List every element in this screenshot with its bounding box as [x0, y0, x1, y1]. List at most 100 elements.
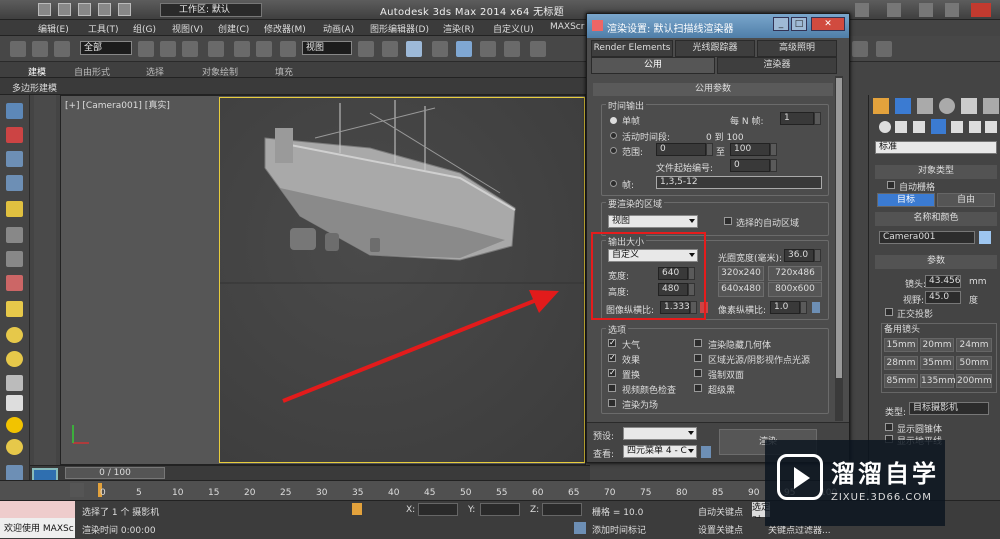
range-to-spinner[interactable]	[770, 143, 777, 156]
lens-15mm-button[interactable]: 15mm	[884, 338, 918, 352]
camera-type-dropdown[interactable]: 目标摄影机	[909, 402, 989, 415]
sun-icon[interactable]	[6, 417, 23, 433]
lens-135mm-button[interactable]: 135mm	[920, 374, 956, 388]
autokey-button[interactable]: 自动关键点	[698, 505, 743, 518]
tab-common[interactable]: 公用	[591, 57, 715, 74]
rotate-icon[interactable]	[256, 41, 272, 57]
lens-85mm-button[interactable]: 85mm	[884, 374, 918, 388]
utilities-tab-icon[interactable]	[983, 98, 999, 114]
menu-group[interactable]: 组(G)	[133, 22, 156, 35]
force-2sided-checkbox[interactable]	[694, 369, 702, 377]
polygon-modeling-label[interactable]: 多边形建模	[12, 81, 57, 94]
x-coordinate-field[interactable]	[418, 503, 458, 516]
viewport-label[interactable]: [+] [Camera001] [真实]	[65, 98, 170, 111]
geometry-icon[interactable]	[879, 121, 891, 133]
frames-radio[interactable]	[610, 180, 617, 187]
link-icon[interactable]	[10, 41, 26, 57]
unlink-icon[interactable]	[32, 41, 48, 57]
ribbon-tab-modeling[interactable]: 建模	[28, 65, 46, 78]
cone-icon[interactable]	[6, 395, 23, 411]
lock-selection-icon[interactable]	[352, 503, 362, 515]
ribbon-tab-freeform[interactable]: 自由形式	[74, 65, 110, 78]
cameras-icon[interactable]	[931, 119, 946, 134]
dialog-maximize-button[interactable]: □	[791, 17, 807, 31]
select-by-name-icon[interactable]	[160, 41, 176, 57]
favorite-icon[interactable]	[887, 3, 901, 17]
restore-icon[interactable]	[945, 3, 959, 17]
spacewarps-icon[interactable]	[969, 121, 981, 133]
bind-space-warp-icon[interactable]	[54, 41, 70, 57]
time-slider[interactable]: 0 / 100	[30, 465, 590, 480]
keyboard-shortcut-icon[interactable]	[406, 41, 422, 57]
target-camera-button[interactable]: 目标	[877, 193, 935, 207]
preset-dropdown[interactable]	[623, 427, 697, 440]
displacement-checkbox[interactable]: ✓	[608, 369, 616, 377]
window-crossing-icon[interactable]	[208, 41, 224, 57]
every-nth-input[interactable]: 1	[780, 112, 814, 125]
menu-customize[interactable]: 自定义(U)	[493, 22, 534, 35]
set-key-button[interactable]: 设置关键点	[698, 523, 743, 536]
render-frame-icon[interactable]	[852, 41, 868, 57]
view-lock-icon[interactable]	[701, 446, 711, 458]
tab-render-elements[interactable]: Render Elements	[591, 40, 673, 57]
snap-toggle-icon[interactable]	[432, 41, 448, 57]
frames-input[interactable]: 1,3,5-12	[656, 176, 822, 189]
camera-viewport[interactable]: [+] [Camera001] [真实]	[60, 95, 586, 465]
redo-icon[interactable]	[117, 3, 131, 16]
tab-advanced-lighting[interactable]: 高级照明	[757, 40, 837, 57]
super-black-checkbox[interactable]	[694, 384, 702, 392]
lens-input[interactable]: 43.456	[925, 275, 961, 288]
maxscript-mini-listener[interactable]: 欢迎使用 MAXSc	[0, 518, 75, 538]
pixel-aspect-spinner[interactable]	[800, 301, 807, 314]
sound-icon[interactable]	[6, 251, 23, 267]
range-radio[interactable]	[610, 147, 617, 154]
range-from-spinner[interactable]	[706, 143, 713, 156]
dialog-scrollbar[interactable]	[835, 76, 843, 421]
show-cone-checkbox[interactable]	[885, 423, 893, 431]
reference-coordinate-dropdown[interactable]: 视图	[302, 41, 352, 55]
material-editor-icon[interactable]	[6, 127, 23, 143]
y-coordinate-field[interactable]	[480, 503, 520, 516]
lens-200mm-button[interactable]: 200mm	[956, 374, 992, 388]
scene-explorer-icon[interactable]	[6, 175, 23, 191]
auto-grid-checkbox[interactable]	[887, 181, 895, 189]
menu-graph-editors[interactable]: 图形编辑器(D)	[370, 22, 429, 35]
ribbon-tab-populate[interactable]: 填充	[275, 65, 293, 78]
help-icon[interactable]	[855, 3, 869, 17]
preset-320x240-button[interactable]: 320x240	[718, 266, 764, 281]
pivot-icon[interactable]	[358, 41, 374, 57]
selection-filter-dropdown[interactable]: 全部	[80, 41, 132, 55]
atmospherics-checkbox[interactable]: ✓	[608, 339, 616, 347]
torus-icon[interactable]	[6, 439, 23, 455]
menu-views[interactable]: 视图(V)	[172, 22, 203, 35]
undo-icon[interactable]	[97, 3, 111, 16]
menu-rendering[interactable]: 渲染(R)	[443, 22, 474, 35]
layer-icon[interactable]	[6, 151, 23, 167]
pixel-aspect-lock-icon[interactable]	[812, 302, 820, 313]
range-from-input[interactable]: 0	[656, 143, 706, 156]
preset-640x480-button[interactable]: 640x480	[718, 282, 764, 297]
single-frame-radio[interactable]	[610, 117, 617, 124]
dialog-minimize-button[interactable]: _	[773, 17, 789, 31]
lens-35mm-button[interactable]: 35mm	[920, 356, 954, 370]
active-segment-radio[interactable]	[610, 132, 617, 139]
open-file-icon[interactable]	[57, 3, 71, 16]
ribbon-tab-selection[interactable]: 选择	[146, 65, 164, 78]
render-icon[interactable]	[876, 41, 892, 57]
modify-tab-icon[interactable]	[895, 98, 911, 114]
percent-snap-icon[interactable]	[480, 41, 496, 57]
render-hidden-checkbox[interactable]	[694, 339, 702, 347]
name-color-rollout[interactable]: 名称和颜色	[875, 212, 997, 226]
preset-800x600-button[interactable]: 800x600	[768, 282, 822, 297]
motion-tab-icon[interactable]	[939, 98, 955, 114]
parameters-rollout[interactable]: 参数	[875, 255, 997, 269]
timeline-icon[interactable]	[70, 483, 84, 497]
menu-create[interactable]: 创建(C)	[218, 22, 249, 35]
tab-raytracer[interactable]: 光线跟踪器	[675, 40, 755, 57]
menu-maxscript[interactable]: MAXScr	[550, 22, 584, 32]
lens-28mm-button[interactable]: 28mm	[884, 356, 918, 370]
display-tab-icon[interactable]	[961, 98, 977, 114]
common-parameters-rollout[interactable]: 公用参数	[593, 83, 833, 96]
systems-icon[interactable]	[985, 121, 997, 133]
file-start-spinner[interactable]	[770, 159, 777, 172]
